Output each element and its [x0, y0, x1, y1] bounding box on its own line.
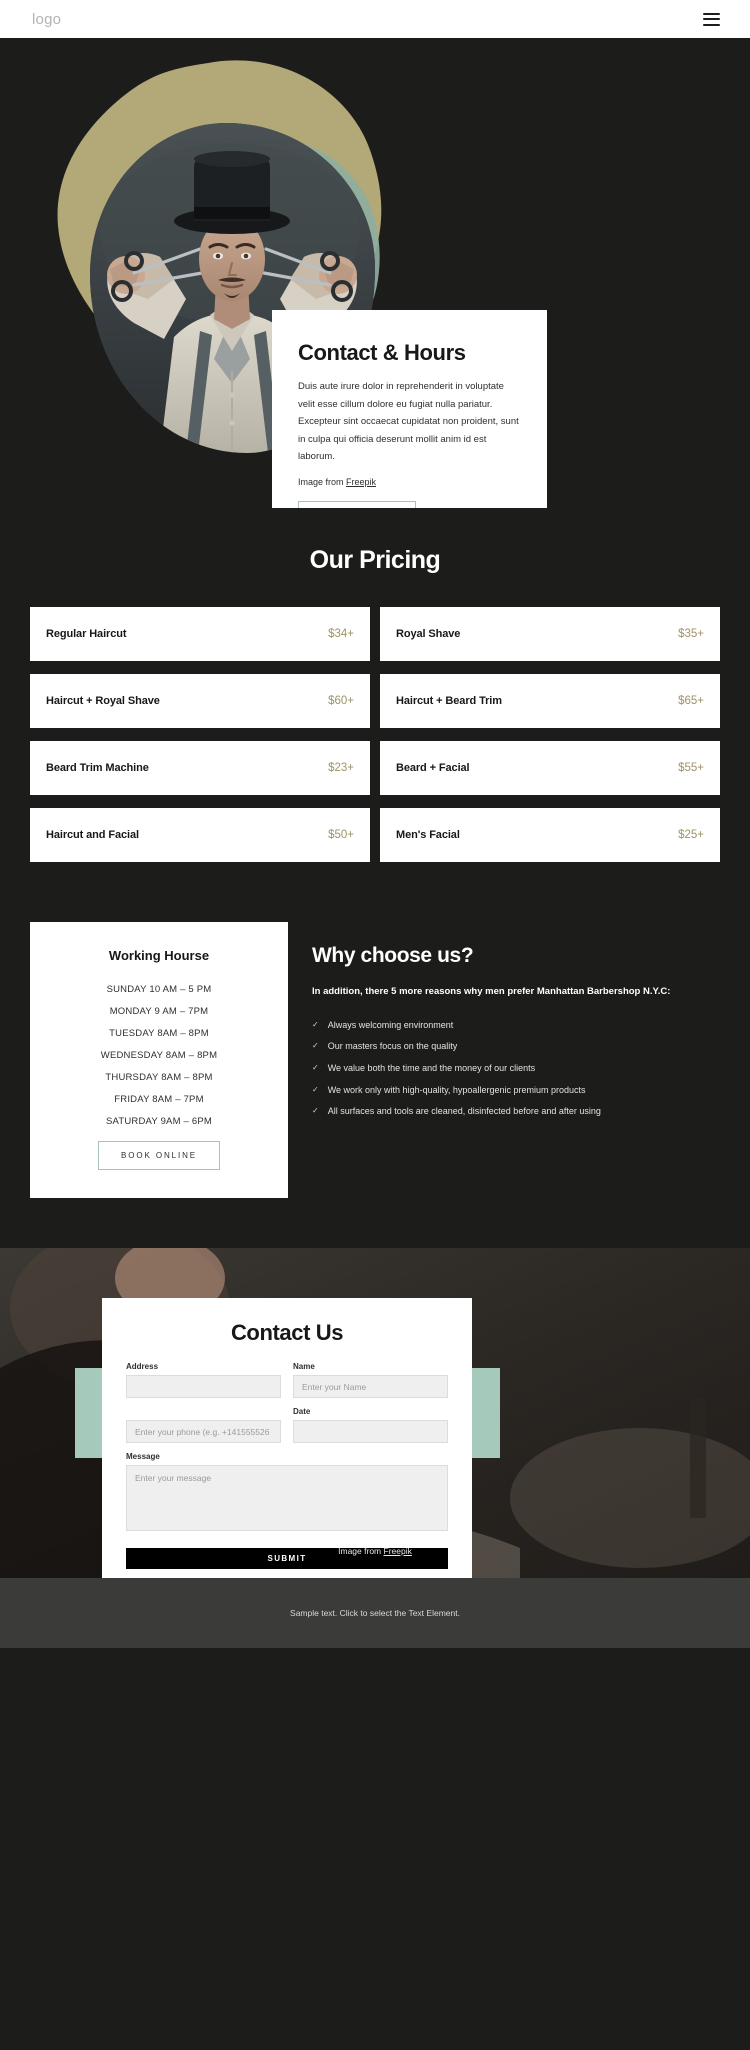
why-column: Why choose us? In addition, there 5 more…: [288, 922, 750, 1125]
pricing-title: Our Pricing: [309, 546, 441, 574]
address-field-group: Address: [126, 1362, 281, 1398]
contact-hours-card: Contact & Hours Duis aute irure dolor in…: [272, 310, 547, 508]
message-field-group: Message: [126, 1452, 448, 1536]
date-field-group: Date: [293, 1407, 448, 1443]
site-header: logo: [0, 0, 750, 38]
name-input[interactable]: [293, 1375, 448, 1398]
why-list-item-text: Our masters focus on the quality: [327, 1041, 458, 1052]
logo[interactable]: logo: [32, 11, 61, 28]
check-icon: ✓: [312, 1041, 319, 1051]
why-list-item: ✓ We work only with high-quality, hypoall…: [312, 1082, 728, 1099]
price-card-name: Men's Facial: [396, 829, 460, 841]
working-hours-line: MONDAY 9 AM – 7PM: [109, 1006, 209, 1017]
price-card-value: $60+: [328, 695, 354, 707]
working-hours-line: THURSDAY 8AM – 8PM: [105, 1072, 213, 1083]
working-hours-line: TUESDAY 8AM – 8PM: [109, 1028, 209, 1039]
hero-section: Contact & Hours Duis aute irure dolor in…: [0, 38, 750, 508]
price-card-name: Haircut + Beard Trim: [396, 695, 502, 707]
why-subtitle: In addition, there 5 more reasons why me…: [312, 986, 671, 997]
book-online-wrap: BOOK ONLINE: [50, 1141, 268, 1170]
address-input[interactable]: [126, 1375, 281, 1398]
price-card-value: $25+: [678, 829, 704, 841]
form-row-1: Address Name: [126, 1362, 448, 1407]
price-card-value: $50+: [328, 829, 354, 841]
check-icon: ✓: [312, 1106, 319, 1116]
why-list-item-text: We value both the time and the money of …: [327, 1062, 536, 1073]
date-label: Date: [293, 1407, 311, 1416]
footer-sample-text[interactable]: Sample text. Click to select the Text El…: [290, 1608, 460, 1618]
book-online-button[interactable]: BOOK ONLINE: [97, 1141, 221, 1170]
working-hours-list: SUNDAY 10 AM – 5 PM MONDAY 9 AM – 7PM TUES…: [50, 984, 268, 1127]
hamburger-menu-icon[interactable]: [703, 12, 720, 26]
price-card[interactable]: Haircut + Beard Trim $65+: [380, 674, 720, 728]
contact-form-card: Contact Us Address Name . Date Message: [102, 1298, 472, 1578]
price-card[interactable]: Men's Facial $25+: [380, 808, 720, 862]
hamburger-bar: [703, 18, 720, 20]
hamburger-bar: [703, 12, 720, 15]
price-card-name: Royal Shave: [396, 628, 461, 640]
price-card[interactable]: Regular Haircut $34+: [30, 607, 370, 661]
message-textarea[interactable]: [126, 1465, 448, 1531]
credit-link[interactable]: Freepik: [346, 477, 376, 487]
contact-form-title: Contact Us: [230, 1320, 344, 1345]
why-list-item: ✓ Always welcoming environment: [312, 1017, 728, 1034]
why-list-item-text: Always welcoming environment: [327, 1019, 454, 1030]
date-input[interactable]: [293, 1420, 448, 1443]
learn-more-button[interactable]: LEARN MORE: [298, 500, 416, 508]
price-card[interactable]: Royal Shave $35+: [380, 607, 720, 661]
card-body-text: Duis aute irure dolor in reprehenderit i…: [298, 381, 519, 463]
working-hours-card: Working Hourse SUNDAY 10 AM – 5 PM MONDAY…: [30, 922, 288, 1198]
phone-input[interactable]: [126, 1420, 281, 1443]
contact-image-credit: Image from Freepik: [0, 1546, 750, 1556]
working-hours-title: Working Hourse: [108, 948, 210, 963]
why-list-item-text: We work only with high-quality, hypoalle…: [327, 1084, 586, 1095]
why-list-item-text: All surfaces and tools are cleaned, disi…: [327, 1106, 601, 1117]
price-card-name: Beard + Facial: [396, 762, 470, 774]
price-card-name: Haircut and Facial: [46, 829, 139, 841]
pricing-grid: Regular Haircut $34+ Royal Shave $35+ Haircu…: [0, 607, 750, 862]
name-field-group: Name: [293, 1362, 448, 1398]
contact-section: Contact Us Address Name . Date Message: [0, 1248, 750, 1578]
card-title: Contact & Hours: [298, 340, 466, 365]
price-card-value: $23+: [328, 762, 354, 774]
price-card-name: Beard Trim Machine: [46, 762, 149, 774]
why-list-item: ✓ All surfaces and tools are cleaned, dis…: [312, 1103, 728, 1120]
site-footer: Sample text. Click to select the Text El…: [0, 1578, 750, 1648]
price-card-name: Haircut + Royal Shave: [46, 695, 160, 707]
price-card-value: $35+: [678, 628, 704, 640]
price-card-name: Regular Haircut: [46, 628, 127, 640]
check-icon: ✓: [312, 1062, 319, 1072]
check-icon: ✓: [312, 1019, 319, 1029]
working-hours-line: WEDNESDAY 8AM – 8PM: [100, 1050, 218, 1061]
working-hours-line: FRIDAY 8AM – 7PM: [114, 1094, 204, 1105]
price-card[interactable]: Beard + Facial $55+: [380, 741, 720, 795]
check-icon: ✓: [312, 1084, 319, 1094]
why-list-item: ✓ We value both the time and the money of…: [312, 1060, 728, 1077]
price-card[interactable]: Beard Trim Machine $23+: [30, 741, 370, 795]
why-title: Why choose us?: [312, 944, 474, 967]
price-card-value: $65+: [678, 695, 704, 707]
why-choose-us-section: Working Hourse SUNDAY 10 AM – 5 PM MONDAY…: [0, 922, 750, 1248]
image-credit: Image from Freepik: [298, 477, 521, 487]
working-hours-line: SUNDAY 10 AM – 5 PM: [106, 984, 212, 995]
name-label: Name: [293, 1362, 315, 1371]
price-card-value: $55+: [678, 762, 704, 774]
price-card-value: $34+: [328, 628, 354, 640]
form-row-2: . Date: [126, 1407, 448, 1452]
working-hours-line: SATURDAY 9AM – 6PM: [105, 1116, 213, 1127]
credit-prefix: Image from: [298, 476, 347, 487]
pricing-section: Our Pricing Regular Haircut $34+ Royal Sha…: [0, 508, 750, 922]
phone-field-group: .: [126, 1407, 281, 1443]
hamburger-bar: [703, 23, 720, 26]
why-list-item: ✓ Our masters focus on the quality: [312, 1038, 728, 1055]
contact-credit-link[interactable]: Freepik: [384, 1546, 412, 1556]
price-card[interactable]: Haircut + Royal Shave $60+: [30, 674, 370, 728]
contact-credit-prefix: Image from: [338, 1546, 384, 1556]
why-benefits-list: ✓ Always welcoming environment ✓ Our master…: [312, 1017, 728, 1120]
message-label: Message: [126, 1452, 160, 1461]
address-label: Address: [126, 1362, 159, 1371]
price-card[interactable]: Haircut and Facial $50+: [30, 808, 370, 862]
